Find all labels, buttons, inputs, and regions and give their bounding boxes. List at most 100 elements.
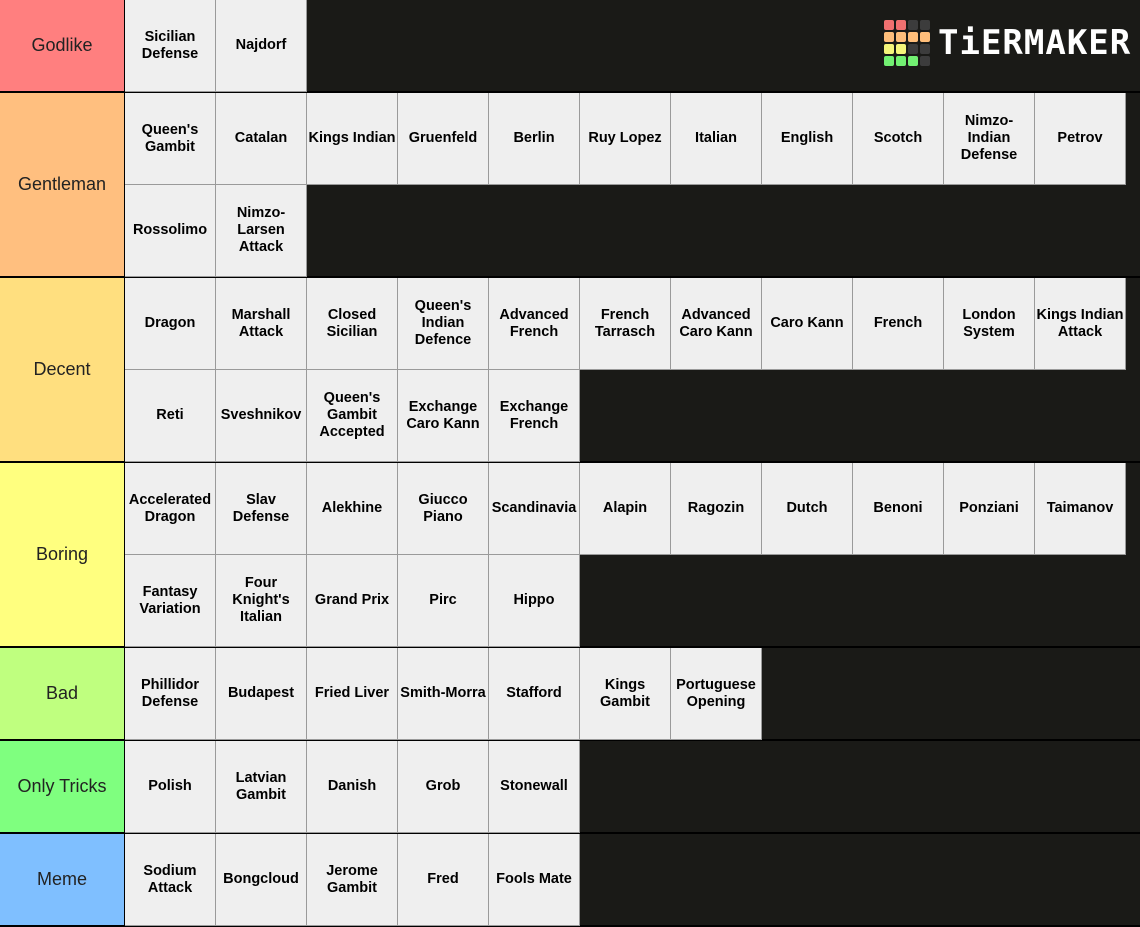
tier-item[interactable]: Dragon (125, 278, 216, 370)
tier-item[interactable]: French (853, 278, 944, 370)
logo-square (884, 20, 894, 30)
tier-item[interactable]: Stonewall (489, 741, 580, 833)
tier-item[interactable]: Closed Sicilian (307, 278, 398, 370)
logo-square (908, 56, 918, 66)
tier-item[interactable]: Alekhine (307, 463, 398, 555)
tier-item[interactable]: Sicilian Defense (125, 0, 216, 92)
tier-item[interactable]: Caro Kann (762, 278, 853, 370)
tier-label[interactable]: Only Tricks (0, 741, 125, 832)
tier-row: Meme Sodium Attack Bongcloud Jerome Gambit F… (0, 834, 1140, 927)
tier-item[interactable]: Stafford (489, 648, 580, 740)
tier-item[interactable]: Polish (125, 741, 216, 833)
tier-label[interactable]: Godlike (0, 0, 125, 91)
tier-item[interactable]: Marshall Attack (216, 278, 307, 370)
tier-item[interactable]: Budapest (216, 648, 307, 740)
tier-item[interactable]: Berlin (489, 93, 580, 185)
tier-item[interactable]: Slav Defense (216, 463, 307, 555)
logo-square (896, 20, 906, 30)
tier-item[interactable]: Queen's Gambit (125, 93, 216, 185)
tier-item[interactable]: Pirc (398, 555, 489, 647)
tier-item[interactable]: Italian (671, 93, 762, 185)
tier-item[interactable]: Fred (398, 834, 489, 926)
tier-item[interactable]: Catalan (216, 93, 307, 185)
tier-item[interactable]: Sodium Attack (125, 834, 216, 926)
tier-label[interactable]: Decent (0, 278, 125, 461)
logo-square (908, 20, 918, 30)
tier-item[interactable]: Alapin (580, 463, 671, 555)
tier-item[interactable]: Bongcloud (216, 834, 307, 926)
tier-item[interactable]: Fried Liver (307, 648, 398, 740)
tier-item[interactable]: Kings Indian (307, 93, 398, 185)
tier-item[interactable]: Petrov (1035, 93, 1126, 185)
tier-item[interactable]: Scotch (853, 93, 944, 185)
logo-square (884, 44, 894, 54)
tier-list-board: Godlike Sicilian Defense Najdorf Gentleman Q… (0, 0, 1140, 927)
tier-label[interactable]: Bad (0, 648, 125, 739)
logo-square (908, 32, 918, 42)
tier-item[interactable]: Dutch (762, 463, 853, 555)
tier-items: Phillidor Defense Budapest Fried Liver Smit… (125, 648, 1130, 740)
tier-item[interactable]: Giucco Piano (398, 463, 489, 555)
tier-row: Gentleman Queen's Gambit Catalan Kings Indi… (0, 93, 1140, 278)
tier-row: Only Tricks Polish Latvian Gambit Danish Gro… (0, 741, 1140, 834)
tier-item[interactable]: Sveshnikov (216, 370, 307, 462)
tier-item[interactable]: London System (944, 278, 1035, 370)
tier-item[interactable]: Taimanov (1035, 463, 1126, 555)
tier-item[interactable]: Jerome Gambit (307, 834, 398, 926)
tier-item[interactable]: Gruenfeld (398, 93, 489, 185)
logo-grid-icon (884, 20, 930, 66)
tier-item[interactable]: Najdorf (216, 0, 307, 92)
tier-item[interactable]: Four Knight's Italian (216, 555, 307, 647)
tier-row: Bad Phillidor Defense Budapest Fried Liver S… (0, 648, 1140, 741)
tier-item[interactable]: Phillidor Defense (125, 648, 216, 740)
logo-square (920, 20, 930, 30)
tier-item[interactable]: Kings Indian Attack (1035, 278, 1126, 370)
tier-item[interactable]: Ragozin (671, 463, 762, 555)
tier-item[interactable]: Exchange French (489, 370, 580, 462)
tier-item[interactable]: Danish (307, 741, 398, 833)
tier-label[interactable]: Boring (0, 463, 125, 646)
logo-square (920, 44, 930, 54)
tier-row: Decent Dragon Marshall Attack Closed Sicili… (0, 278, 1140, 463)
tier-item[interactable]: Grand Prix (307, 555, 398, 647)
tier-items: Queen's Gambit Catalan Kings Indian Gruenfe… (125, 93, 1130, 277)
tier-item[interactable]: Queen's Indian Defence (398, 278, 489, 370)
logo-square (896, 56, 906, 66)
tier-items: Accelerated Dragon Slav Defense Alekhine Gi… (125, 463, 1130, 647)
tier-item[interactable]: Fantasy Variation (125, 555, 216, 647)
tier-item[interactable]: Exchange Caro Kann (398, 370, 489, 462)
logo-square (896, 44, 906, 54)
tier-item[interactable]: Scandinavia (489, 463, 580, 555)
tier-item[interactable]: Latvian Gambit (216, 741, 307, 833)
tiermaker-logo: TiERMAKER (884, 20, 1131, 66)
logo-square (896, 32, 906, 42)
tier-item[interactable]: Smith-Morra (398, 648, 489, 740)
tier-item[interactable]: Queen's Gambit Accepted (307, 370, 398, 462)
tier-item[interactable]: Portuguese Opening (671, 648, 762, 740)
tier-item[interactable]: Nimzo-Indian Defense (944, 93, 1035, 185)
tier-item[interactable]: Nimzo-Larsen Attack (216, 185, 307, 277)
tier-items: Sodium Attack Bongcloud Jerome Gambit Fred F… (125, 834, 1130, 926)
logo-square (884, 32, 894, 42)
tier-item[interactable]: Grob (398, 741, 489, 833)
tier-item[interactable]: English (762, 93, 853, 185)
logo-square (908, 44, 918, 54)
tier-label[interactable]: Gentleman (0, 93, 125, 276)
tier-item[interactable]: Ruy Lopez (580, 93, 671, 185)
tier-label[interactable]: Meme (0, 834, 125, 925)
tier-item[interactable]: Rossolimo (125, 185, 216, 277)
tier-item[interactable]: Advanced Caro Kann (671, 278, 762, 370)
tier-item[interactable]: Kings Gambit (580, 648, 671, 740)
tier-item[interactable]: Ponziani (944, 463, 1035, 555)
tier-item[interactable]: Accelerated Dragon (125, 463, 216, 555)
tier-item[interactable]: Reti (125, 370, 216, 462)
tier-item[interactable]: Benoni (853, 463, 944, 555)
logo-square (920, 56, 930, 66)
tier-items: Dragon Marshall Attack Closed Sicilian Quee… (125, 278, 1130, 462)
logo-square (920, 32, 930, 42)
tier-item[interactable]: Hippo (489, 555, 580, 647)
tier-item[interactable]: French Tarrasch (580, 278, 671, 370)
logo-square (884, 56, 894, 66)
tier-item[interactable]: Advanced French (489, 278, 580, 370)
tier-item[interactable]: Fools Mate (489, 834, 580, 926)
